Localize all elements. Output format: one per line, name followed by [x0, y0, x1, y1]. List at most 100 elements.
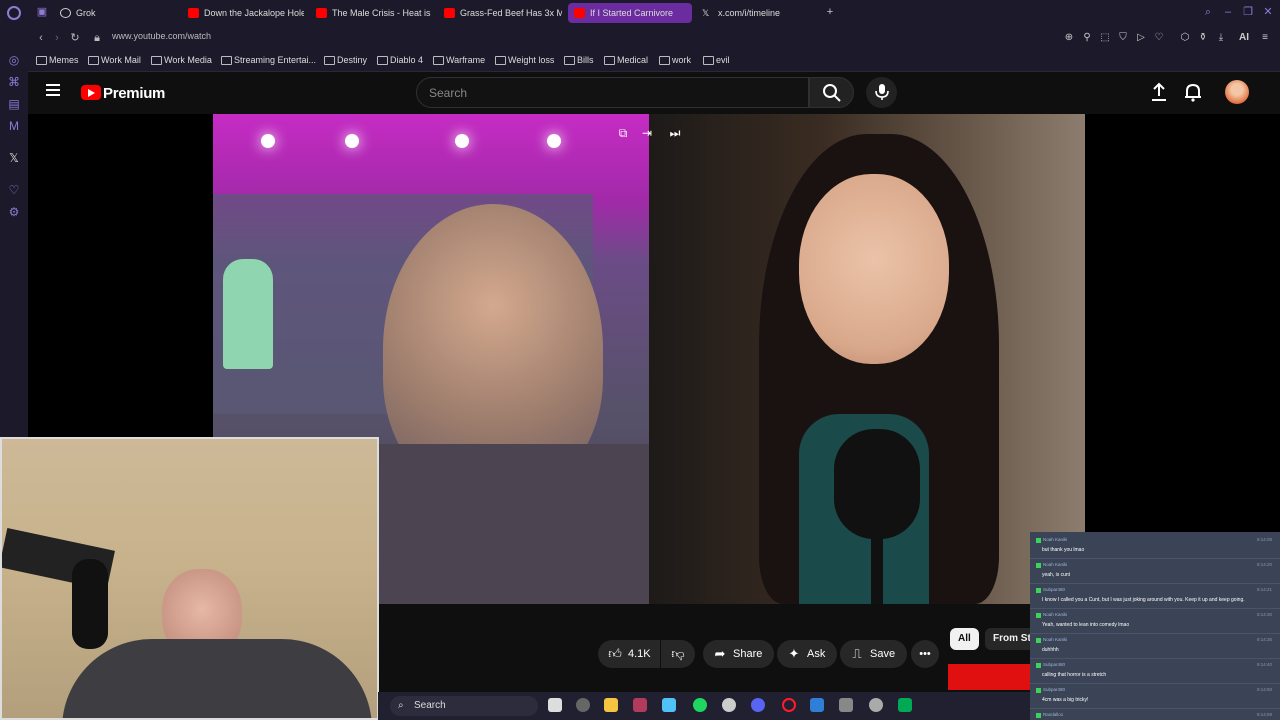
search-button[interactable]	[809, 77, 854, 108]
stage-light	[455, 134, 469, 148]
app-icon[interactable]	[810, 698, 824, 712]
ai-button[interactable]: AI	[1232, 31, 1256, 45]
opera-logo-icon[interactable]	[7, 6, 21, 20]
chat-username: Noah Kaniki	[1043, 612, 1068, 617]
bookmark-folder[interactable]: Destiny	[324, 55, 367, 65]
chat-username: Noah Kaniki	[1043, 562, 1068, 567]
next-icon[interactable]: ⏭	[668, 126, 682, 140]
more-actions-button[interactable]: •••	[911, 640, 939, 668]
tab-grok[interactable]: Grok	[54, 3, 174, 23]
mail-icon[interactable]: M	[6, 118, 22, 134]
snapshot-icon[interactable]: ⬚	[1098, 31, 1112, 45]
app-icon[interactable]	[898, 698, 912, 712]
save-button[interactable]: ⎍ Save	[840, 640, 908, 668]
aria-icon[interactable]: ◎	[6, 52, 22, 68]
app-icon[interactable]	[839, 698, 853, 712]
chat-time: 8:14:35	[1256, 637, 1272, 642]
bookmark-folder[interactable]: Streaming Entertai...	[221, 55, 316, 65]
file-explorer-icon[interactable]	[604, 698, 618, 712]
tab-male-crisis[interactable]: The Male Crisis - Heat is V	[310, 3, 432, 23]
shield-icon[interactable]: ⛉	[1116, 31, 1130, 45]
tab-search-icon[interactable]: ⌕	[1202, 6, 1214, 18]
like-button[interactable]: 👍︎ 4.1K	[598, 640, 660, 668]
notifications-bell-icon[interactable]	[1182, 81, 1204, 103]
thumbs-up-icon: 👍︎	[608, 646, 622, 661]
notepad-icon[interactable]	[662, 698, 676, 712]
search-input[interactable]	[427, 84, 787, 102]
tab-grass-fed[interactable]: Grass-Fed Beef Has 3x M	[438, 3, 562, 23]
bookmark-folder[interactable]: Work Mail	[88, 55, 141, 65]
send-icon[interactable]: ▷	[1134, 31, 1148, 45]
tab-carnivore[interactable]: If I Started Carnivore	[568, 3, 692, 23]
bookmark-folder[interactable]: Bills	[564, 55, 594, 65]
opera-taskbar-icon[interactable]	[782, 698, 796, 712]
ask-button[interactable]: ✦ Ask	[777, 640, 838, 668]
bookmark-folder[interactable]: work	[659, 55, 691, 65]
messenger-icon[interactable]: ▤	[6, 96, 22, 112]
wallet-icon[interactable]: ⚱	[1196, 31, 1210, 45]
search-box[interactable]	[416, 77, 809, 108]
maps-icon[interactable]	[576, 698, 590, 712]
tab-label: The Male Crisis - Heat is V	[332, 8, 432, 18]
close-icon[interactable]: ✕	[1262, 6, 1274, 18]
pin-icon[interactable]: ⚲	[1080, 31, 1094, 45]
hamburger-menu-icon[interactable]	[46, 84, 60, 96]
new-tab-icon[interactable]: +	[824, 6, 836, 18]
bookmark-heart-icon[interactable]: ♡	[1152, 31, 1166, 45]
bookmark-folder[interactable]: Diablo 4	[377, 55, 423, 65]
avatar[interactable]	[1225, 80, 1249, 104]
taskbar-search[interactable]: ⌕ Search	[390, 696, 538, 716]
chat-username: Subpar480	[1043, 662, 1066, 667]
chat-text: Yeah, wanted to lean into comedy lmao	[1042, 622, 1130, 628]
chip-all[interactable]: All	[950, 628, 979, 650]
share-button[interactable]: ➦ Share	[703, 640, 775, 668]
miniplayer-icon[interactable]: ⧉	[616, 126, 630, 140]
download-icon[interactable]: ⤓	[1214, 31, 1228, 45]
video-right-frame	[649, 114, 1085, 604]
heart-icon[interactable]: ♡	[6, 182, 22, 198]
bookmark-folder[interactable]: Weight loss	[495, 55, 554, 65]
bookmark-folder[interactable]: Medical	[604, 55, 648, 65]
bookmark-folder[interactable]: Warframe	[433, 55, 485, 65]
media-app-icon[interactable]	[633, 698, 647, 712]
tab-menu-icon[interactable]: ▣	[36, 6, 48, 18]
share-icon: ➦	[714, 646, 726, 661]
youtube-favicon-icon	[316, 8, 327, 18]
x-icon[interactable]: 𝕏	[6, 150, 22, 166]
youtube-logo-icon[interactable]	[81, 85, 101, 100]
chat-time: 8:14:21	[1256, 587, 1272, 592]
bookmark-folder[interactable]: Work Media	[151, 55, 212, 65]
tools-icon[interactable]: ⌘	[6, 74, 22, 90]
spotify-icon[interactable]	[693, 698, 707, 712]
minimize-icon[interactable]: –	[1222, 6, 1234, 18]
chat-message: Noah Kaniki 8:14:08 but thank you lmao	[1030, 534, 1280, 559]
voice-search-button[interactable]	[866, 77, 897, 108]
tab-label: If I Started Carnivore	[590, 8, 674, 18]
bookmark-folder[interactable]: evil	[703, 55, 730, 65]
sub-badge-icon	[1036, 713, 1041, 718]
forward-icon[interactable]: ›	[50, 31, 64, 45]
ask-label: Ask	[807, 648, 826, 660]
tab-x-timeline[interactable]: 𝕏 x.com/i/timeline	[696, 3, 816, 23]
back-icon[interactable]: ‹	[34, 31, 48, 45]
app-icon[interactable]	[869, 698, 883, 712]
discord-icon[interactable]	[751, 698, 765, 712]
restore-icon[interactable]: ❐	[1242, 6, 1254, 18]
url-field[interactable]: www.youtube.com/watch	[112, 31, 211, 41]
bookmark-folder[interactable]: Memes	[36, 55, 79, 65]
exit-icon[interactable]: ⇥	[640, 126, 654, 140]
dislike-button[interactable]: 👎︎	[661, 640, 695, 668]
app-icon[interactable]	[722, 698, 736, 712]
extensions-icon[interactable]: ⬡	[1178, 31, 1192, 45]
zoom-icon[interactable]: ⊕	[1062, 31, 1076, 45]
studio-microphone	[72, 559, 108, 649]
chat-time: 8:14:30	[1256, 612, 1272, 617]
task-view-icon[interactable]	[548, 698, 562, 712]
tab-jackalope[interactable]: Down the Jackalope Hole	[182, 3, 304, 23]
reload-icon[interactable]: ↻	[68, 31, 82, 45]
settings-icon[interactable]: ⚙	[6, 204, 22, 220]
related-thumbnail[interactable]	[948, 664, 1030, 690]
chat-text: duhhhh	[1042, 647, 1059, 653]
menu-icon[interactable]: ≡	[1258, 31, 1272, 45]
upload-icon[interactable]	[1148, 81, 1170, 103]
